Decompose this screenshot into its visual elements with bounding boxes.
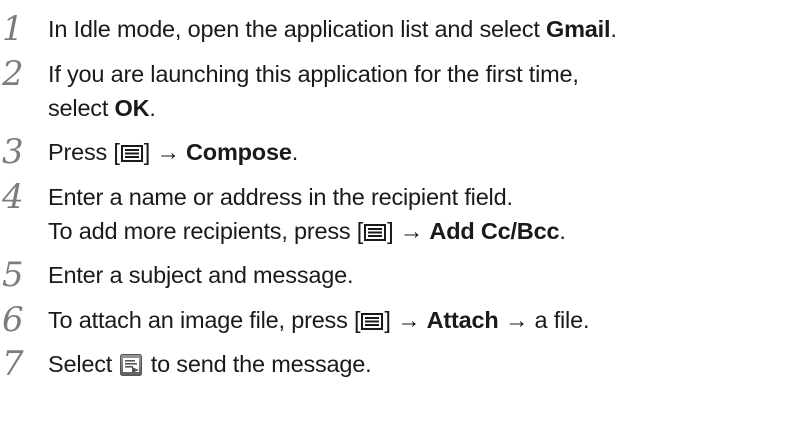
text-run: select xyxy=(48,95,115,121)
step-number: 1 xyxy=(2,9,24,49)
step-number: 7 xyxy=(2,344,24,384)
step-text: To attach an image file, press [ ] → Atta… xyxy=(48,303,589,337)
bold-term: Gmail xyxy=(546,16,611,42)
menu-key-icon xyxy=(361,313,384,330)
text-run: . xyxy=(291,139,299,165)
bold-term: Attach xyxy=(426,307,499,333)
text-run: . xyxy=(559,218,566,244)
text-run: To attach an image file, press [ xyxy=(48,307,361,333)
text-run: to send the message. xyxy=(144,351,372,377)
text-run: ] → xyxy=(384,307,427,333)
menu-key-icon xyxy=(364,224,387,241)
bold-term: Compose xyxy=(186,139,292,165)
text-run: . xyxy=(610,16,617,42)
text-run: To add more recipients, press [ xyxy=(48,218,364,244)
step-number: 3 xyxy=(2,132,24,172)
menu-key-icon xyxy=(120,145,143,162)
text-run: Press [ xyxy=(48,139,120,165)
text-run: ] → xyxy=(143,139,187,165)
text-run: ] → xyxy=(387,218,430,244)
step-number: 2 xyxy=(2,54,24,94)
step-text-line-1: If you are launching this application fo… xyxy=(48,61,579,87)
step-text: Select to send the message. xyxy=(48,347,372,381)
send-message-icon xyxy=(120,354,143,376)
text-run: In Idle mode, open the application list … xyxy=(48,16,546,42)
step-text-line-2: select OK. xyxy=(48,91,156,125)
text-run: Select xyxy=(48,351,119,377)
step-text-line-1: Enter a name or address in the recipient… xyxy=(48,184,513,210)
bold-term: OK xyxy=(114,95,150,121)
step-text: Press [ ] → Compose. xyxy=(48,135,298,169)
bold-term: Add Cc/Bcc xyxy=(429,218,560,244)
step-text-line-2: To add more recipients, press [ ] → Add C… xyxy=(48,214,566,248)
text-run: → a file. xyxy=(498,307,590,333)
step-number: 4 xyxy=(2,177,24,217)
step-number: 5 xyxy=(2,255,24,295)
step-number: 6 xyxy=(2,300,24,340)
step-text: Enter a subject and message. xyxy=(48,262,354,288)
text-run: . xyxy=(149,95,156,121)
step-text: In Idle mode, open the application list … xyxy=(48,12,617,46)
